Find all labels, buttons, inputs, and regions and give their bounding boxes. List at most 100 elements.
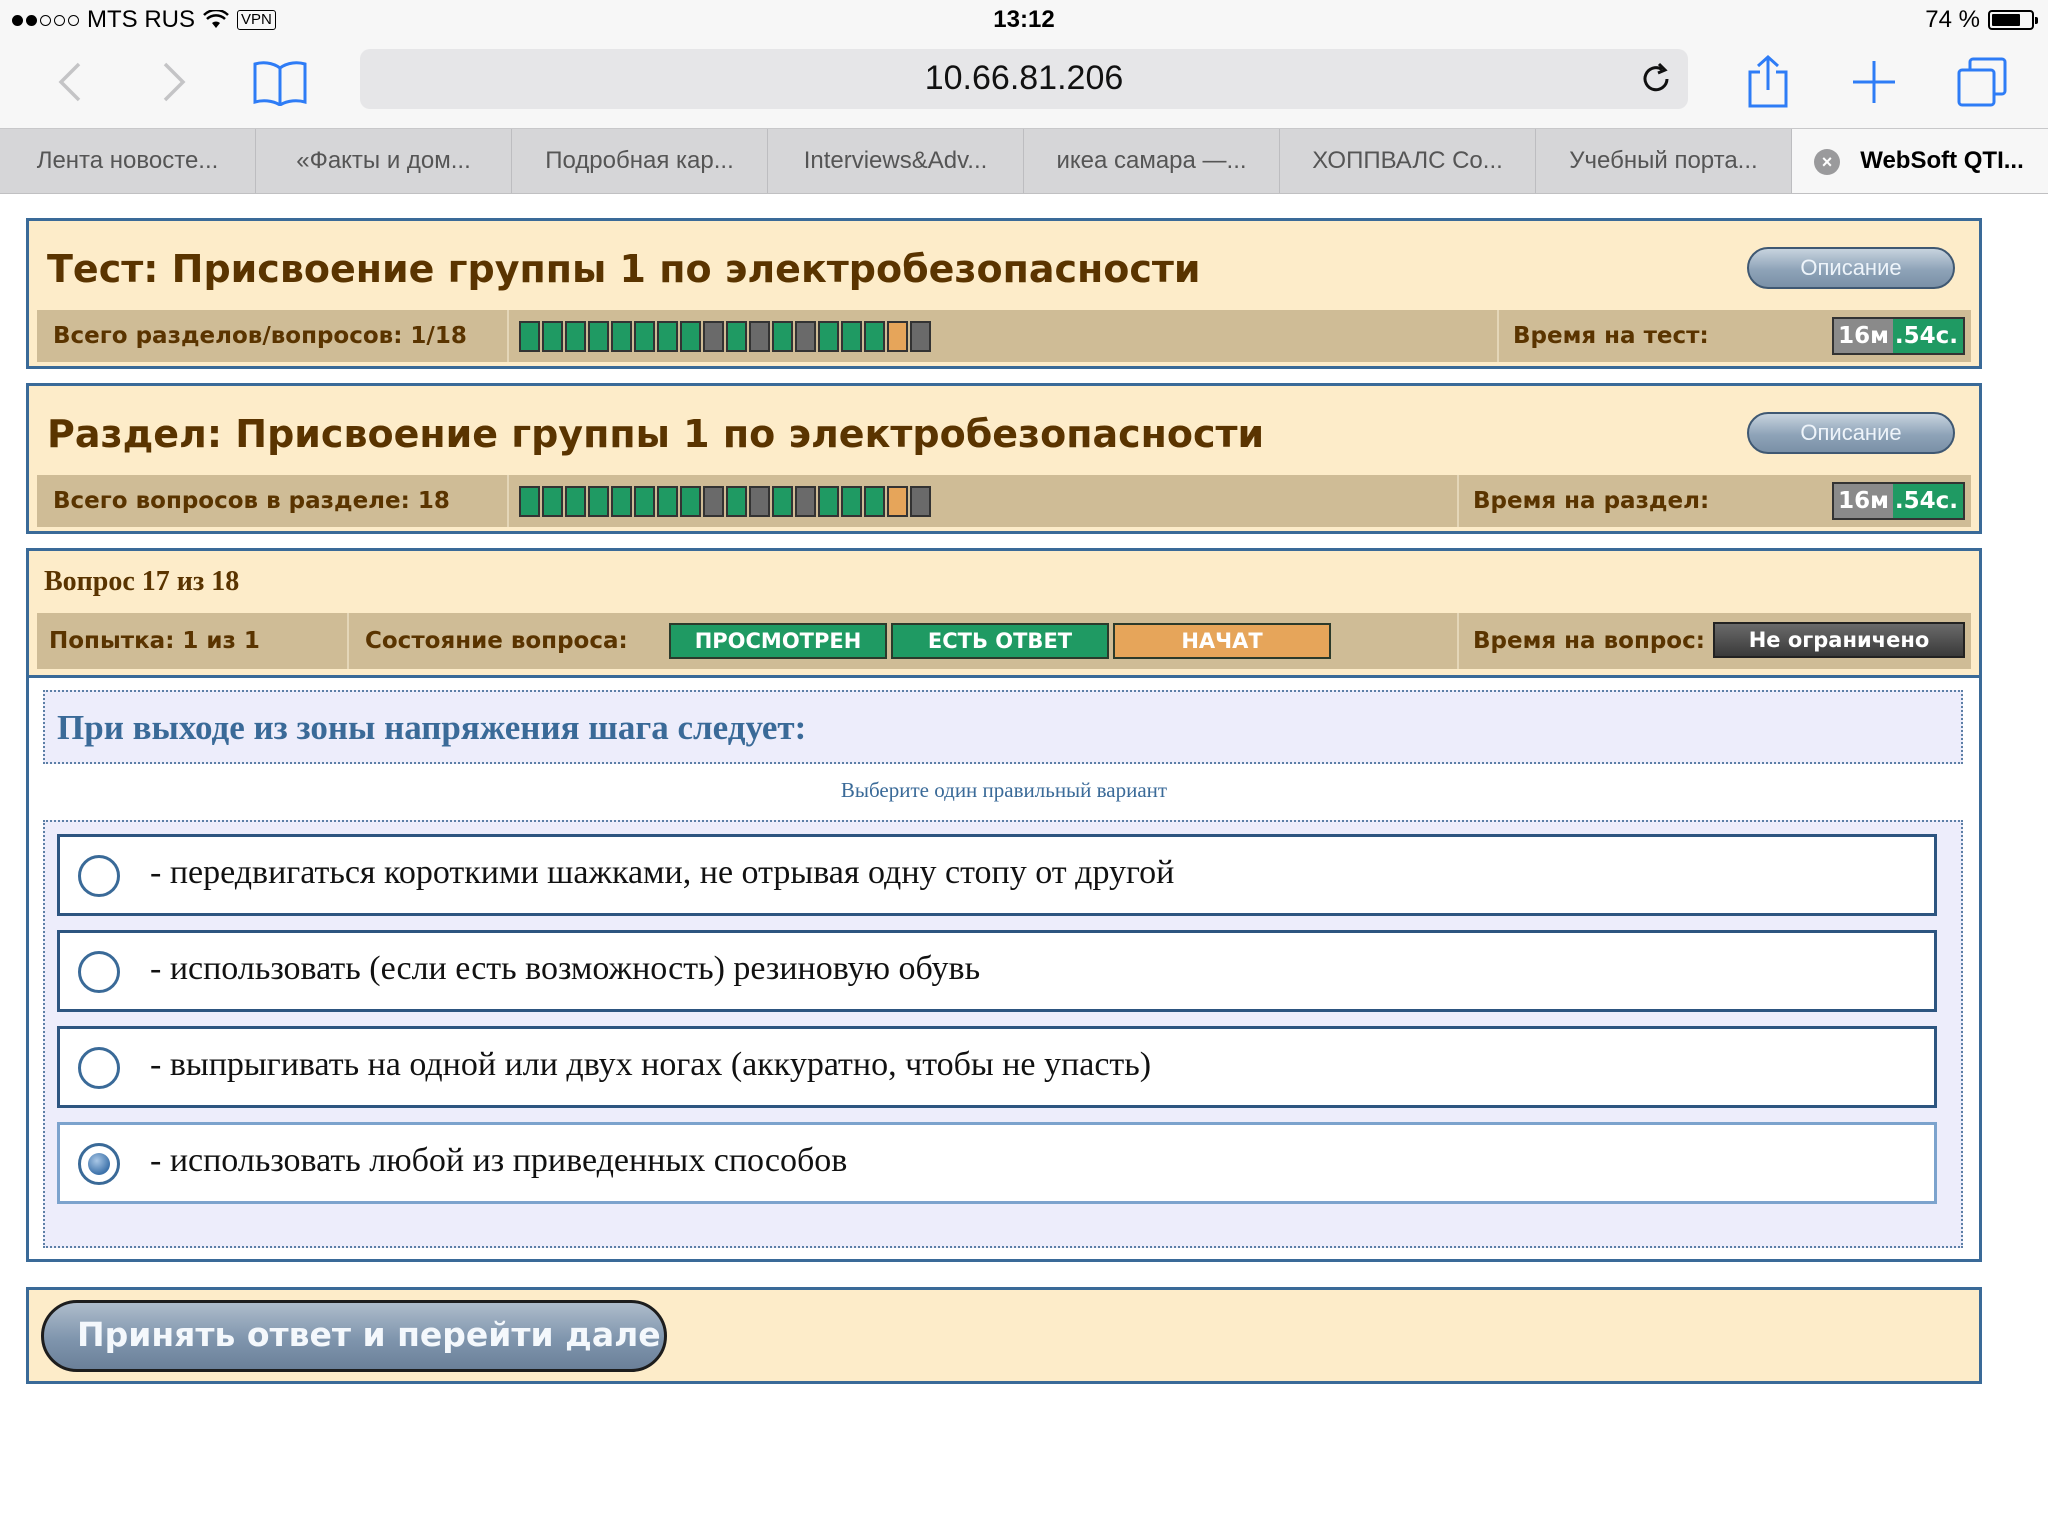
test-timer-minutes: 16м xyxy=(1834,319,1893,353)
submit-panel: Принять ответ и перейти дале xyxy=(26,1287,1982,1384)
tab-6[interactable]: ХОППВАЛС Co... xyxy=(1280,129,1536,193)
answer-text-2: - использовать (если есть возможность) р… xyxy=(150,950,981,987)
progress-cell[interactable] xyxy=(519,486,540,517)
progress-cell[interactable] xyxy=(542,321,563,352)
question-time-label: Время на вопрос: xyxy=(1473,628,1705,654)
section-timer-minutes: 16м xyxy=(1834,484,1893,518)
tab-active[interactable]: × WebSoft QTI... xyxy=(1792,129,2048,193)
progress-cell[interactable] xyxy=(565,321,586,352)
question-number: Вопрос 17 из 18 xyxy=(44,566,240,597)
new-tab-icon[interactable] xyxy=(1842,50,1906,114)
progress-cell[interactable] xyxy=(611,321,632,352)
progress-cell[interactable] xyxy=(657,486,678,517)
answer-text-4: - использовать любой из приведенных спос… xyxy=(150,1142,848,1179)
progress-cell[interactable] xyxy=(703,486,724,517)
browser-tabs: Лента новосте... «Факты и дом... Подробн… xyxy=(0,128,2048,194)
section-progress-bar xyxy=(519,486,931,517)
progress-cell[interactable] xyxy=(680,486,701,517)
progress-cell[interactable] xyxy=(634,321,655,352)
progress-cell[interactable] xyxy=(611,486,632,517)
progress-cell[interactable] xyxy=(749,321,770,352)
progress-cell[interactable] xyxy=(703,321,724,352)
section-time-label: Время на раздел: xyxy=(1473,488,1710,514)
progress-cell[interactable] xyxy=(795,486,816,517)
progress-cell[interactable] xyxy=(818,321,839,352)
test-info-row: Всего разделов/вопросов: 1/18 Время на т… xyxy=(37,310,1971,362)
forward-icon[interactable] xyxy=(142,50,206,114)
progress-cell[interactable] xyxy=(542,486,563,517)
test-time-label: Время на тест: xyxy=(1513,323,1709,349)
progress-cell[interactable] xyxy=(887,321,908,352)
tabs-overview-icon[interactable] xyxy=(1950,50,2014,114)
test-timer: 16м .54с. xyxy=(1832,317,1965,355)
question-text-box: При выходе из зоны напряжения шага следу… xyxy=(43,690,1963,764)
progress-cell[interactable] xyxy=(772,321,793,352)
progress-cell[interactable] xyxy=(910,486,931,517)
state-answered-badge: ЕСТЬ ОТВЕТ xyxy=(891,623,1109,659)
progress-cell[interactable] xyxy=(864,486,885,517)
battery-icon xyxy=(1988,10,2038,30)
question-body: При выходе из зоны напряжения шага следу… xyxy=(29,675,1979,1259)
progress-cell[interactable] xyxy=(588,321,609,352)
section-description-button[interactable]: Описание xyxy=(1747,412,1955,454)
progress-cell[interactable] xyxy=(887,486,908,517)
question-time-value: Не ограничено xyxy=(1713,622,1965,658)
answer-radio-1[interactable] xyxy=(78,855,120,897)
progress-cell[interactable] xyxy=(680,321,701,352)
test-panel: Тест: Присвоение группы 1 по электробезо… xyxy=(26,218,1982,369)
progress-cell[interactable] xyxy=(818,486,839,517)
ios-status-bar: MTS RUS VPN 13:12 74 % xyxy=(0,0,2048,42)
reload-icon[interactable] xyxy=(1638,61,1674,97)
progress-cell[interactable] xyxy=(634,486,655,517)
progress-cell[interactable] xyxy=(772,486,793,517)
test-description-button[interactable]: Описание xyxy=(1747,247,1955,289)
section-timer: 16м .54с. xyxy=(1832,482,1965,520)
question-state-label: Состояние вопроса: xyxy=(365,628,628,654)
answer-radio-4[interactable] xyxy=(78,1143,120,1185)
browser-toolbar: 10.66.81.206 xyxy=(0,42,2048,128)
answer-option-4[interactable]: - использовать любой из приведенных спос… xyxy=(57,1122,1937,1204)
section-title: Раздел: Присвоение группы 1 по электробе… xyxy=(47,412,1265,456)
state-started-badge: НАЧАТ xyxy=(1113,623,1331,659)
section-info-row: Всего вопросов в разделе: 18 Время на ра… xyxy=(37,475,1971,527)
bookmarks-icon[interactable] xyxy=(248,50,312,114)
progress-cell[interactable] xyxy=(519,321,540,352)
answer-option-3[interactable]: - выпрыгивать на одной или двух ногах (а… xyxy=(57,1026,1937,1108)
answer-option-1[interactable]: - передвигаться короткими шажками, не от… xyxy=(57,834,1937,916)
tab-1[interactable]: Лента новосте... xyxy=(0,129,256,193)
share-icon[interactable] xyxy=(1736,50,1800,114)
test-title: Тест: Присвоение группы 1 по электробезо… xyxy=(47,247,1201,291)
progress-cell[interactable] xyxy=(657,321,678,352)
tab-2[interactable]: «Факты и дом... xyxy=(256,129,512,193)
progress-cell[interactable] xyxy=(864,321,885,352)
back-icon[interactable] xyxy=(38,50,102,114)
progress-cell[interactable] xyxy=(795,321,816,352)
section-timer-seconds: .54с. xyxy=(1892,484,1963,518)
tab-5[interactable]: икеа самара —... xyxy=(1024,129,1280,193)
status-time: 13:12 xyxy=(993,6,1055,33)
progress-cell[interactable] xyxy=(910,321,931,352)
tab-7[interactable]: Учебный порта... xyxy=(1536,129,1792,193)
submit-answer-button[interactable]: Принять ответ и перейти дале xyxy=(41,1300,667,1372)
progress-cell[interactable] xyxy=(841,486,862,517)
close-tab-icon[interactable]: × xyxy=(1814,149,1840,175)
address-bar[interactable]: 10.66.81.206 xyxy=(360,49,1688,109)
answer-text-3: - выпрыгивать на одной или двух ногах (а… xyxy=(150,1046,1152,1083)
progress-cell[interactable] xyxy=(588,486,609,517)
question-panel: Вопрос 17 из 18 Попытка: 1 из 1 Состояни… xyxy=(26,548,1982,1262)
section-panel: Раздел: Присвоение группы 1 по электробе… xyxy=(26,383,1982,534)
progress-cell[interactable] xyxy=(726,321,747,352)
answer-radio-2[interactable] xyxy=(78,951,120,993)
progress-cell[interactable] xyxy=(841,321,862,352)
tab-4[interactable]: Interviews&Adv... xyxy=(768,129,1024,193)
progress-cell[interactable] xyxy=(749,486,770,517)
tab-active-label: WebSoft QTI... xyxy=(1860,147,2024,174)
progress-cell[interactable] xyxy=(726,486,747,517)
tab-3[interactable]: Подробная кар... xyxy=(512,129,768,193)
answers-list: - передвигаться короткими шажками, не от… xyxy=(43,820,1963,1248)
answer-radio-3[interactable] xyxy=(78,1047,120,1089)
test-timer-seconds: .54с. xyxy=(1892,319,1963,353)
answer-option-2[interactable]: - использовать (если есть возможность) р… xyxy=(57,930,1937,1012)
progress-cell[interactable] xyxy=(565,486,586,517)
answer-text-1: - передвигаться короткими шажками, не от… xyxy=(150,854,1175,891)
